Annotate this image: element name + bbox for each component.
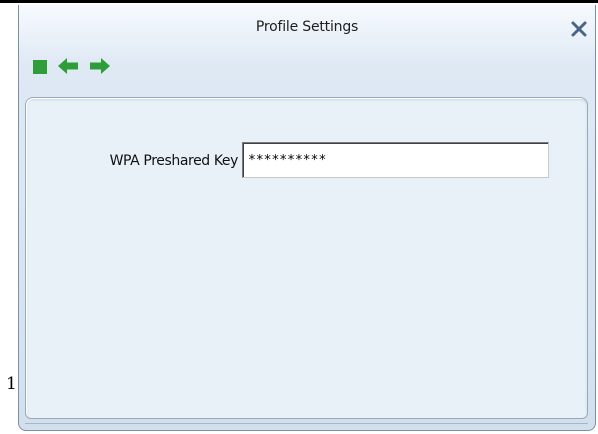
bottom-divider — [25, 423, 588, 424]
top-border-line — [0, 0, 598, 3]
close-icon — [571, 21, 587, 37]
profile-settings-window: Profile Settings WPA Preshared Key *****… — [18, 5, 596, 431]
forward-arrow-icon — [90, 58, 110, 74]
window-title: Profile Settings — [255, 19, 359, 35]
back-arrow-icon — [58, 58, 78, 74]
toolbar — [33, 57, 111, 79]
margin-mark: 1 — [6, 374, 17, 394]
stop-button[interactable] — [33, 59, 47, 78]
close-button[interactable] — [569, 19, 589, 39]
stop-icon — [33, 59, 47, 74]
wpa-key-input[interactable] — [242, 142, 549, 178]
back-button[interactable] — [57, 57, 79, 79]
forward-button[interactable] — [89, 57, 111, 79]
settings-panel: WPA Preshared Key — [25, 97, 588, 419]
wpa-key-label: WPA Preshared Key — [109, 153, 239, 169]
screenshot-stage: 1 Profile Settings WPA Preshared Key ***… — [0, 0, 598, 434]
